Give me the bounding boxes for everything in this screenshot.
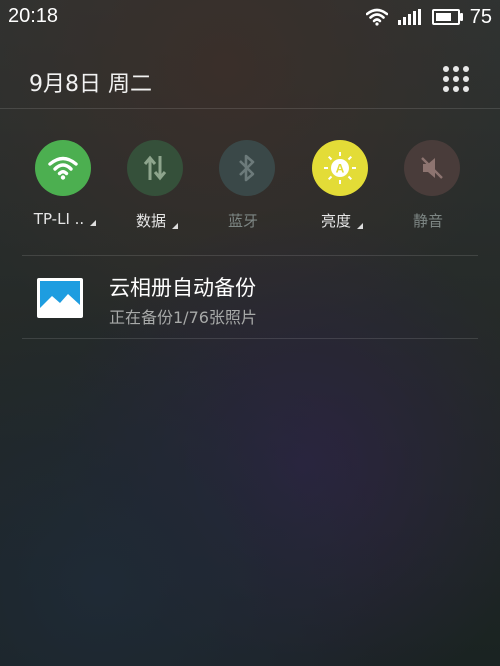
toggle-mute[interactable]: 静音: [387, 140, 477, 240]
notification-item[interactable]: 云相册自动备份 正在备份1/76张照片: [0, 262, 500, 338]
quick-settings: TP-LI .. 数据 蓝牙 A 亮度 静音: [0, 140, 500, 250]
toggle-brightness[interactable]: A 亮度: [295, 140, 385, 240]
notification-title: 云相册自动备份: [109, 276, 256, 300]
toggle-bluetooth-label: 蓝牙: [227, 212, 258, 230]
toggle-data[interactable]: 数据: [110, 140, 200, 240]
notification-subtitle: 正在备份1/76张照片: [109, 308, 257, 327]
caret-icon: [90, 220, 97, 226]
signal-icon: [397, 9, 421, 25]
notification-header: 9月8日 周二: [0, 52, 500, 109]
mute-icon: [404, 140, 460, 196]
toggle-wifi-label: TP-LI ..: [34, 210, 97, 228]
brightness-auto-icon: A: [312, 140, 368, 196]
bluetooth-icon: [219, 140, 275, 196]
battery-percentage: 75: [469, 5, 492, 28]
toggle-mute-label: 静音: [412, 212, 443, 230]
divider: [22, 255, 478, 256]
wifi-icon: [35, 140, 91, 196]
caret-icon: [357, 223, 363, 229]
battery-icon: [431, 9, 463, 25]
status-bar: 20:18 75: [0, 0, 500, 36]
status-time: 20:18: [8, 5, 59, 27]
status-icons: 75: [365, 5, 492, 29]
photo-icon: [37, 278, 83, 318]
grid-icon[interactable]: [443, 66, 469, 92]
caret-icon: [172, 223, 178, 229]
wifi-icon: [365, 8, 388, 26]
data-arrows-icon: [127, 140, 183, 196]
date-label: 9月8日 周二: [29, 72, 152, 97]
toggle-data-label: 数据: [136, 210, 178, 231]
toggle-brightness-label: 亮度: [321, 210, 363, 231]
toggle-bluetooth[interactable]: 蓝牙: [202, 140, 292, 240]
divider: [22, 338, 478, 339]
toggle-wifi[interactable]: TP-LI ..: [18, 140, 108, 240]
svg-text:A: A: [336, 162, 345, 176]
